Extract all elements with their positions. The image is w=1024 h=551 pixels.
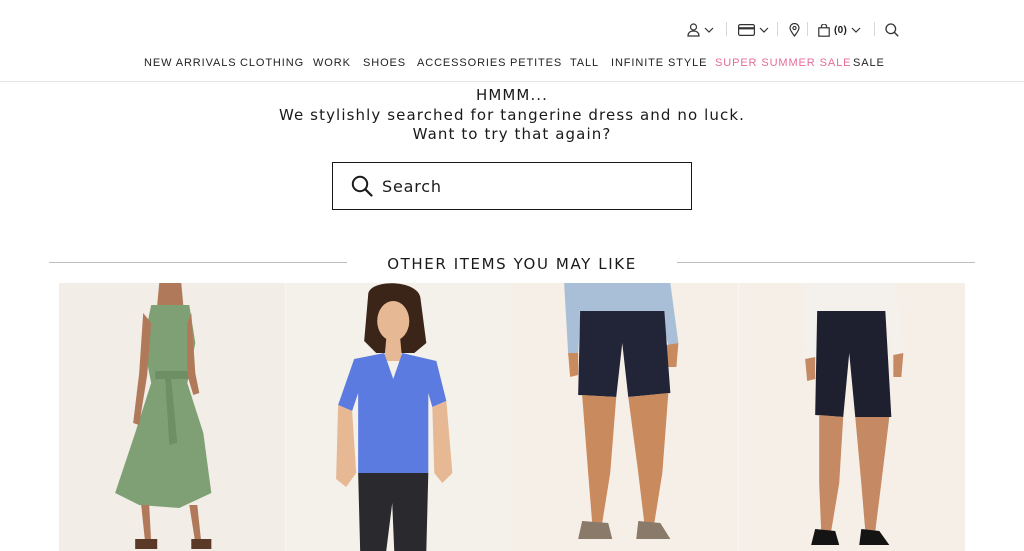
store-locator[interactable] — [789, 18, 800, 42]
divider — [677, 262, 975, 263]
nav-new-arrivals[interactable]: NEW ARRIVALS — [144, 57, 237, 69]
divider — [726, 22, 727, 36]
no-results-heading: HMMM... — [475, 86, 549, 104]
header-search-button[interactable] — [885, 18, 899, 42]
wallet-menu[interactable] — [738, 18, 769, 42]
divider — [777, 22, 778, 36]
account-menu[interactable] — [687, 18, 714, 42]
no-results-prompt: Want to try that again? — [412, 125, 612, 143]
chevron-down-icon — [851, 27, 861, 33]
shopping-bag-icon — [818, 23, 830, 37]
product-card[interactable] — [512, 283, 739, 551]
no-results-text: We stylishly searched for tangerine dres… — [278, 105, 746, 124]
product-image — [738, 283, 965, 551]
recommendations-heading: OTHER ITEMS YOU MAY LIKE — [0, 253, 1024, 277]
chevron-down-icon — [759, 27, 769, 33]
nav-accessories[interactable]: ACCESSORIES — [417, 57, 506, 69]
chevron-down-icon — [704, 27, 714, 33]
divider — [49, 262, 347, 263]
header-utility-bar: (0) — [0, 18, 1024, 42]
user-icon — [687, 23, 700, 37]
product-card[interactable] — [738, 283, 965, 551]
product-card[interactable] — [59, 283, 286, 551]
credit-card-icon — [738, 24, 755, 36]
nav-clothing[interactable]: CLOTHING — [240, 57, 304, 69]
product-image — [512, 283, 739, 551]
search-icon — [351, 175, 373, 197]
bag-count: (0) — [834, 24, 848, 36]
product-card[interactable] — [285, 283, 512, 551]
nav-work[interactable]: WORK — [313, 57, 351, 69]
nav-divider — [0, 81, 1024, 82]
map-pin-icon — [789, 23, 800, 37]
divider — [874, 22, 875, 36]
product-grid — [59, 283, 965, 551]
divider — [807, 22, 808, 36]
search-input[interactable] — [382, 171, 662, 201]
product-image — [59, 283, 286, 551]
nav-tall[interactable]: TALL — [570, 57, 599, 69]
search-icon — [885, 23, 899, 37]
search-box[interactable] — [332, 162, 692, 210]
nav-sale[interactable]: SALE — [853, 57, 885, 69]
shopping-bag-menu[interactable]: (0) — [818, 18, 861, 42]
no-results-message: HMMM... We stylishly searched for tanger… — [0, 86, 1024, 145]
product-image — [285, 283, 512, 551]
nav-petites[interactable]: PETITES — [510, 57, 562, 69]
main-nav: NEW ARRIVALS CLOTHING WORK SHOES ACCESSO… — [0, 57, 1024, 79]
nav-super-summer-sale[interactable]: SUPER SUMMER SALE — [715, 57, 851, 69]
section-title: OTHER ITEMS YOU MAY LIKE — [387, 255, 637, 273]
nav-infinite-style[interactable]: INFINITE STYLE — [611, 57, 707, 69]
nav-shoes[interactable]: SHOES — [363, 57, 406, 69]
